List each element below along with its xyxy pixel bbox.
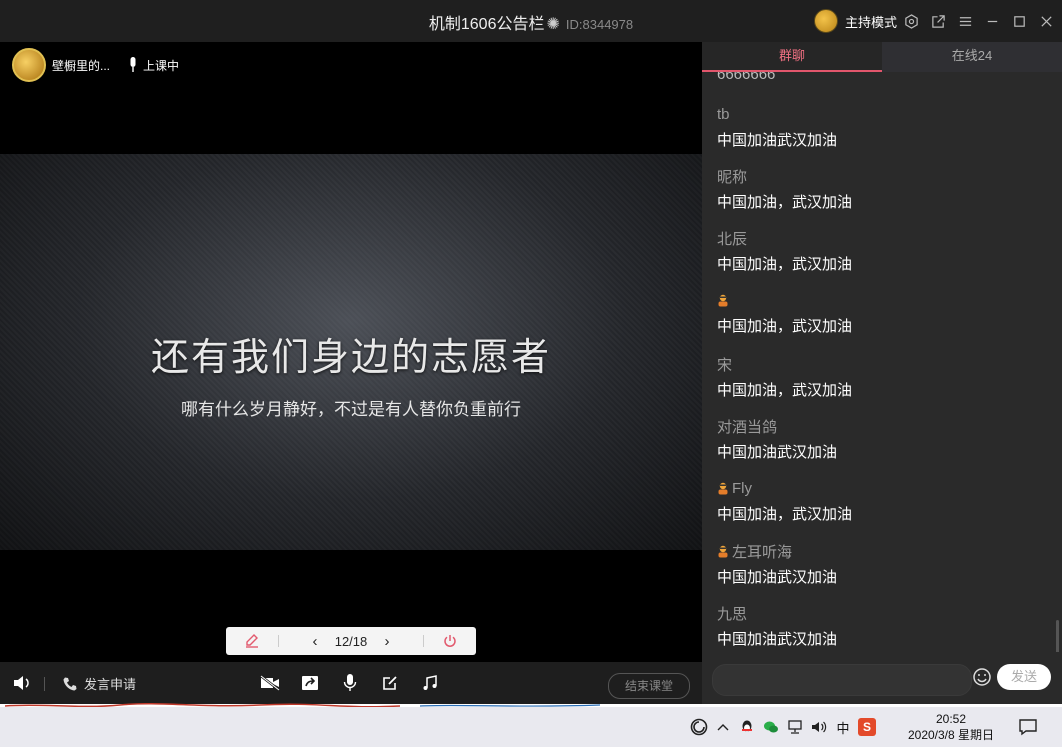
chat-input[interactable] (712, 664, 972, 696)
message-text: 中国加油，武汉加油 (717, 194, 853, 211)
minimize-icon[interactable] (981, 10, 1003, 32)
close-icon[interactable] (1035, 10, 1057, 32)
share-icon[interactable] (927, 10, 949, 32)
divider (44, 677, 45, 691)
user-avatar-icon (718, 545, 728, 557)
power-icon[interactable] (424, 633, 476, 649)
window-title: 机制1606公告栏 (428, 16, 545, 33)
emoji-icon[interactable] (972, 667, 992, 692)
message-sender: 对酒当鸽 (717, 418, 778, 436)
list-item: tb 中国加油武汉加油 (717, 104, 837, 150)
bottom-toolbar: 发言申请 结束课堂 (0, 662, 702, 704)
user-avatar-icon (718, 482, 728, 494)
room-id: ID:8344978 (565, 17, 634, 32)
end-class-button[interactable]: 结束课堂 (608, 673, 690, 699)
scrollbar[interactable] (1056, 620, 1059, 652)
taskbar: 中 S 20:52 2020/3/8 星期日 (0, 707, 1062, 747)
settings-icon[interactable] (900, 10, 922, 32)
wechat-icon[interactable] (762, 718, 780, 736)
message-sender: tb (717, 105, 730, 123)
message-sender: 左耳听海 (717, 541, 837, 561)
qq-icon[interactable] (738, 718, 756, 736)
clock-time: 20:52 (935, 712, 967, 726)
sogou-icon[interactable]: S (858, 718, 876, 736)
camera-off-icon[interactable] (260, 673, 280, 693)
class-status-label: 上课中 (143, 58, 180, 73)
chevron-up-icon[interactable] (714, 718, 732, 736)
class-status: 上课中 (128, 57, 179, 74)
network-icon[interactable] (786, 718, 804, 736)
browser-icon[interactable] (690, 718, 708, 736)
list-item: 中国加油，武汉加油 (717, 290, 852, 336)
maximize-icon[interactable] (1008, 10, 1030, 32)
message-list[interactable]: 6666666 tb 中国加油武汉加油 昵称 中国加油，武汉加油 北辰 中国加油… (702, 72, 1062, 652)
ime-indicator[interactable]: 中 (834, 718, 852, 736)
menu-icon[interactable] (954, 10, 976, 32)
page-nav: ‹ 12/18 › (279, 633, 423, 650)
host-mode-button[interactable]: 主持模式 (814, 8, 897, 34)
message-sender: 九思 (717, 605, 748, 623)
system-tray: 中 S (690, 718, 882, 736)
message-text: 中国加油武汉加油 (717, 631, 838, 648)
screen-share-icon[interactable] (300, 673, 320, 693)
badge-icon: ✺ (546, 16, 560, 33)
slide-subline: 哪有什么岁月静好，不过是有人替你负重前行 (181, 400, 521, 420)
message-text: 中国加油武汉加油 (717, 444, 838, 461)
message-text: 中国加油武汉加油 (717, 569, 838, 586)
list-item: 左耳听海 中国加油武汉加油 (717, 541, 837, 587)
host-mode-label: 主持模式 (845, 14, 898, 30)
list-item: 九思 中国加油武汉加油 (717, 603, 837, 649)
message-text: 中国加油，武汉加油 (717, 256, 853, 273)
message-sender: Fly (717, 478, 852, 498)
slide-headline: 还有我们身边的志愿者 (150, 335, 551, 379)
avatar (814, 9, 838, 33)
send-button[interactable]: 发送 (997, 664, 1051, 690)
message-sender: 宋 (717, 356, 733, 374)
message-sender: 昵称 (717, 168, 748, 186)
apply-speak-button[interactable]: 发言申请 (62, 674, 136, 693)
music-icon[interactable] (420, 673, 440, 693)
message-text: 中国加油，武汉加油 (717, 382, 853, 399)
title-bar: 机制1606公告栏 ✺ ID:8344978 主持模式 (0, 0, 1062, 43)
message-sender (717, 290, 852, 310)
phone-icon (63, 677, 77, 690)
avatar[interactable] (12, 48, 46, 82)
clock[interactable]: 20:52 2020/3/8 星期日 (896, 711, 1006, 743)
edit-icon[interactable] (380, 673, 400, 693)
list-item: 北辰 中国加油，武汉加油 (717, 228, 852, 274)
notification-icon[interactable] (1018, 718, 1038, 741)
pen-icon[interactable] (226, 633, 278, 649)
list-item: 宋 中国加油，武汉加油 (717, 354, 852, 400)
user-avatar-icon (718, 294, 728, 306)
clock-date: 2020/3/8 星期日 (907, 728, 995, 742)
apply-speak-label: 发言申请 (84, 677, 137, 692)
chat-panel: 群聊 在线24 6666666 tb 中国加油武汉加油 昵称 中国加油，武汉加油… (702, 42, 1062, 704)
message-sender: 北辰 (717, 230, 748, 248)
microphone-icon (130, 57, 136, 72)
microphone-icon[interactable] (340, 673, 360, 693)
message-text: 中国加油，武汉加油 (717, 506, 853, 523)
slide: 还有我们身边的志愿者 哪有什么岁月静好，不过是有人替你负重前行 (0, 154, 702, 550)
page-control: ‹ 12/18 › (226, 627, 476, 655)
message-text: 6666666 (717, 72, 776, 83)
chat-input-row: 发送 (702, 654, 1062, 704)
message-text: 中国加油，武汉加油 (717, 318, 853, 335)
volume-icon[interactable] (12, 674, 32, 697)
prev-page-button[interactable]: ‹ (303, 633, 327, 650)
page-indicator: 12/18 (334, 633, 368, 649)
list-item: 对酒当鸽 中国加油武汉加油 (717, 416, 837, 462)
video-area: 壁橱里的... 上课中 还有我们身边的志愿者 哪有什么岁月静好，不过是有人替你负… (0, 42, 702, 662)
presenter-info: 壁橱里的... 上课中 (12, 48, 179, 82)
speaker-icon[interactable] (810, 718, 828, 736)
tab-online[interactable]: 在线24 (882, 42, 1062, 72)
next-page-button[interactable]: › (375, 633, 399, 650)
list-item: 昵称 中国加油，武汉加油 (717, 166, 852, 212)
message-text: 中国加油武汉加油 (717, 132, 838, 149)
list-item: Fly 中国加油，武汉加油 (717, 478, 852, 524)
presenter-name: 壁橱里的... (52, 58, 111, 73)
tab-group-chat[interactable]: 群聊 (702, 42, 882, 72)
